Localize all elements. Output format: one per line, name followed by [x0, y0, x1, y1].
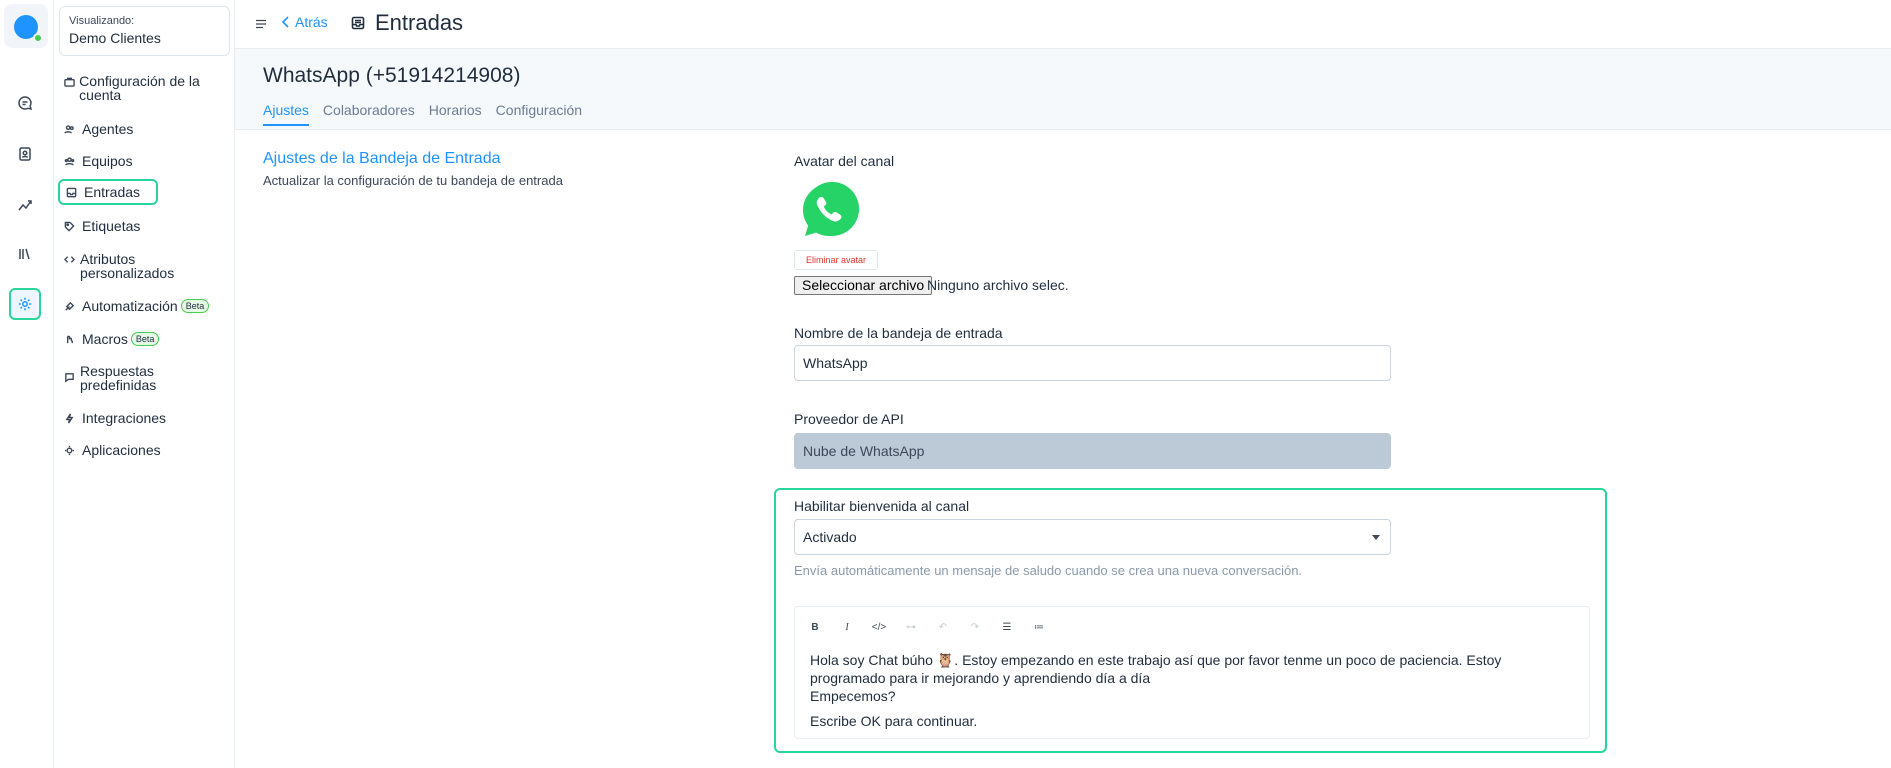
sidebar-item-teams[interactable]: Equipos [58, 152, 218, 170]
tag-icon [64, 221, 78, 232]
team-icon [64, 156, 78, 167]
remove-avatar-button[interactable]: Eliminar avatar [794, 250, 878, 270]
inbox-tabs: Ajustes Colaboradores Horarios Configura… [263, 102, 582, 126]
file-status-text: Ninguno archivo selec. [927, 277, 1069, 293]
editor-line: Hola soy Chat búho 🦉. Estoy empezando en… [810, 652, 1502, 686]
section-title: Ajustes de la Bandeja de Entrada [263, 150, 501, 167]
sidebar-item-label: Automatización [82, 298, 178, 314]
sidebar-item-label: Etiquetas [82, 218, 141, 234]
editor-toolbar: B I </> ⊶ ↶ ↷ ☰ ≔ [807, 619, 1047, 635]
sidebar-item-agents[interactable]: Agentes [58, 120, 218, 138]
back-button[interactable]: Atrás [281, 14, 328, 30]
tab-business-hours[interactable]: Horarios [429, 102, 482, 126]
apps-icon [64, 445, 78, 456]
sidebar-item-label: Entradas [84, 184, 141, 200]
page-title-text: Entradas [375, 10, 464, 35]
account-name: Demo Clientes [69, 30, 161, 46]
account-switcher[interactable]: Visualizando: Demo Clientes [59, 6, 230, 56]
undo-icon[interactable]: ↶ [935, 619, 951, 635]
welcome-select[interactable]: Activado [794, 519, 1391, 555]
welcome-help-text: Envía automáticamente un mensaje de salu… [794, 563, 1303, 578]
section-subtitle: Actualizar la configuración de tu bandej… [263, 173, 563, 188]
bullet-list-icon[interactable]: ☰ [999, 619, 1015, 635]
sidebar-item-label: Configuración de la cuenta [79, 73, 200, 103]
avatar-label: Avatar del canal [794, 153, 895, 169]
italic-icon[interactable]: I [839, 619, 855, 635]
sidebar-item-integrations[interactable]: Integraciones [58, 409, 218, 427]
welcome-label: Habilitar bienvenida al canal [794, 498, 970, 514]
welcome-message-editor[interactable]: B I </> ⊶ ↶ ↷ ☰ ≔ Hola soy Chat búho 🦉. … [794, 606, 1590, 739]
library-icon[interactable] [9, 238, 41, 270]
numbered-list-icon[interactable]: ≔ [1031, 619, 1047, 635]
editor-line: Escribe OK para continuar. [810, 713, 978, 729]
briefcase-icon [64, 76, 75, 87]
automation-icon [64, 301, 78, 312]
code-icon [64, 254, 76, 265]
sidebar-item-label: Integraciones [82, 410, 167, 426]
sidebar-item-inboxes[interactable]: Entradas [58, 179, 158, 205]
top-bar: Atrás Entradas [235, 0, 1891, 48]
flash-icon [64, 413, 78, 424]
app-logo[interactable] [4, 4, 48, 48]
code-icon[interactable]: </> [871, 619, 887, 635]
link-icon[interactable]: ⊶ [903, 619, 919, 635]
settings-gear-icon[interactable] [9, 288, 41, 320]
settings-sidebar: Visualizando: Demo Clientes Configuració… [54, 0, 235, 768]
api-provider-label: Proveedor de API [794, 411, 904, 427]
sidebar-item-label: Respuestas predefinidas [80, 363, 157, 393]
api-provider-field: Nube de WhatsApp [794, 433, 1391, 469]
sidebar-item-label: Agentes [82, 121, 134, 137]
beta-badge: Beta [180, 299, 210, 313]
sidebar-item-label: Macros [82, 331, 128, 347]
sidebar-item-labels[interactable]: Etiquetas [58, 217, 218, 235]
page-title: Entradas [351, 10, 463, 36]
conversations-icon[interactable] [9, 87, 41, 119]
inbox-title: WhatsApp (+51914214908) [263, 64, 521, 87]
beta-badge: Beta [130, 332, 160, 346]
chat-icon [64, 372, 76, 383]
contacts-icon[interactable] [9, 138, 41, 170]
account-caption: Visualizando: [69, 15, 135, 27]
sidebar-item-account-settings[interactable]: Configuración de la cuenta [58, 72, 218, 104]
primary-rail [0, 0, 54, 768]
inbox-name-input[interactable]: WhatsApp [794, 345, 1391, 381]
inbox-icon [351, 16, 365, 30]
choose-file-button[interactable]: Seleccionar archivo [794, 276, 933, 295]
inbox-icon [66, 187, 80, 198]
inbox-name-label: Nombre de la bandeja de entrada [794, 325, 1003, 341]
whatsapp-avatar-icon [799, 180, 860, 240]
back-label: Atrás [295, 14, 328, 30]
chevron-left-icon [281, 16, 289, 28]
sidebar-item-automation[interactable]: Automatización Beta [58, 297, 218, 315]
sidebar-item-label: Aplicaciones [82, 442, 161, 458]
macros-icon [64, 334, 78, 345]
tab-settings[interactable]: Ajustes [263, 102, 309, 126]
sidebar-item-label: Atributos personalizados [80, 251, 175, 281]
tab-collaborators[interactable]: Colaboradores [323, 102, 415, 126]
chevron-down-icon [1372, 535, 1380, 540]
sidebar-item-canned-responses[interactable]: Respuestas predefinidas [58, 362, 218, 394]
sidebar-item-macros[interactable]: Macros Beta [58, 330, 218, 348]
reports-icon[interactable] [9, 188, 41, 220]
bold-icon[interactable]: B [807, 619, 823, 635]
menu-icon[interactable] [255, 18, 267, 30]
sidebar-item-applications[interactable]: Aplicaciones [58, 441, 218, 459]
redo-icon[interactable]: ↷ [967, 619, 983, 635]
people-icon [64, 124, 78, 135]
sidebar-item-custom-attributes[interactable]: Atributos personalizados [58, 250, 218, 282]
tab-configuration[interactable]: Configuración [496, 102, 582, 126]
editor-content[interactable]: Hola soy Chat búho 🦉. Estoy empezando en… [810, 651, 1570, 730]
inbox-header: WhatsApp (+51914214908) Ajustes Colabora… [235, 48, 1891, 130]
sidebar-item-label: Equipos [82, 153, 133, 169]
welcome-select-value: Activado [803, 529, 857, 545]
editor-line: Empecemos? [810, 688, 896, 704]
online-status-dot [33, 33, 43, 43]
